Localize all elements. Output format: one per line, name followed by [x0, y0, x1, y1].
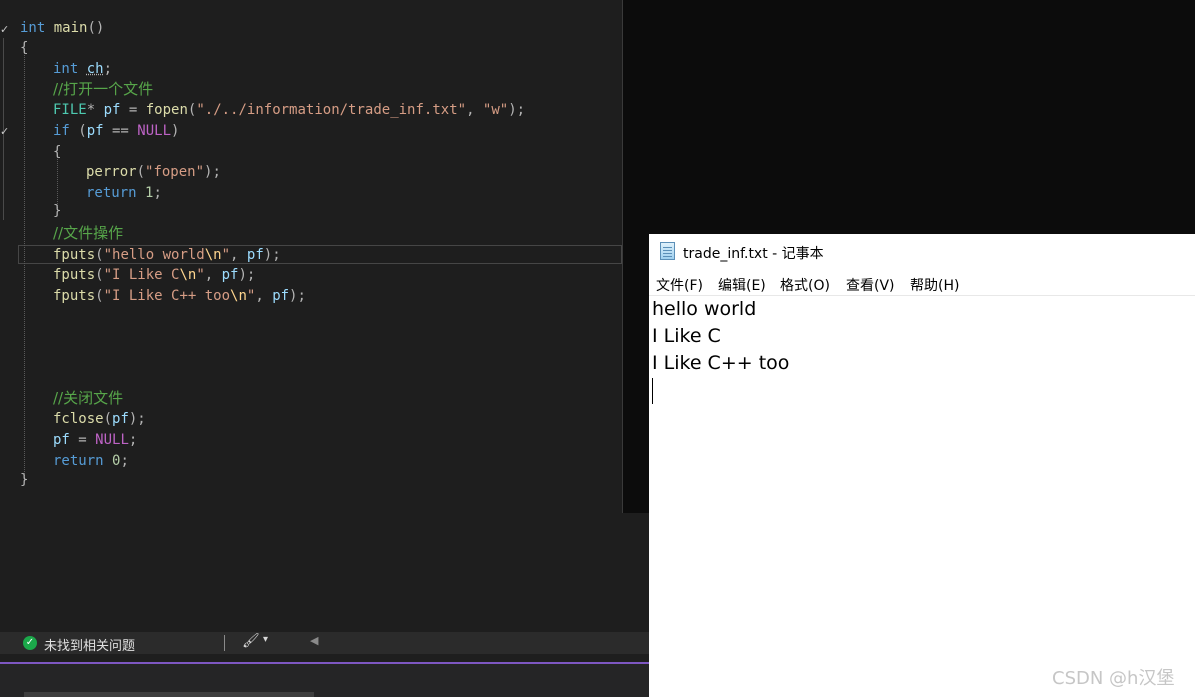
notepad-icon	[660, 242, 675, 260]
code-line: int main()	[20, 20, 105, 36]
code-line: fputs("hello world\n", pf);	[53, 247, 281, 263]
text-line: I Like C	[652, 325, 721, 347]
menu-file[interactable]: 文件(F)	[656, 275, 703, 295]
code-line: //打开一个文件	[53, 80, 154, 98]
check-circle-icon: ✓	[23, 636, 37, 650]
issues-status-text[interactable]: 未找到相关问题	[44, 635, 135, 654]
code-line: {	[53, 144, 62, 160]
status-divider	[224, 635, 225, 651]
watermark: CSDN @h汉堡	[1052, 668, 1175, 689]
code-line: int ch;	[53, 61, 113, 77]
code-line: }	[20, 472, 29, 488]
menu-format[interactable]: 格式(O)	[780, 275, 830, 295]
editor-status-bar: ✓ 未找到相关问题 🖌 ▾ ◀	[0, 632, 649, 654]
code-line: perror("fopen");	[86, 164, 221, 180]
code-line: fputs("I Like C++ too\n", pf);	[53, 288, 306, 304]
window-title: trade_inf.txt - 记事本	[683, 246, 824, 262]
code-line: //文件操作	[53, 224, 124, 242]
horizontal-scrollbar-thumb[interactable]	[24, 692, 314, 697]
menu-help[interactable]: 帮助(H)	[910, 275, 959, 295]
text-line: I Like C++ too	[652, 352, 790, 374]
menu-edit[interactable]: 编辑(E)	[718, 275, 766, 295]
code-line: fclose(pf);	[53, 411, 146, 427]
code-line: pf = NULL;	[53, 432, 138, 448]
code-editor[interactable]: ✓ ✓ int main() { int ch; //打开一个文件 FILE* …	[0, 0, 622, 632]
chevron-down-icon[interactable]: ▾	[263, 634, 268, 645]
menu-view[interactable]: 查看(V)	[846, 275, 895, 295]
code-line: //关闭文件	[53, 389, 124, 407]
notepad-titlebar[interactable]: trade_inf.txt - 记事本	[649, 234, 1195, 272]
text-caret	[652, 378, 653, 404]
code-line: }	[53, 203, 62, 219]
code-line: fputs("I Like C\n", pf);	[53, 267, 256, 283]
cleanup-brush-icon[interactable]: 🖌	[242, 633, 260, 649]
code-line: FILE* pf = fopen("./../information/trade…	[53, 102, 526, 118]
code-line: return 0;	[53, 453, 129, 469]
code-line: if (pf == NULL)	[53, 123, 180, 139]
text-line: hello world	[652, 298, 757, 320]
scroll-left-icon[interactable]: ◀	[310, 634, 318, 647]
notepad-window[interactable]: trade_inf.txt - 记事本 文件(F) 编辑(E) 格式(O) 查看…	[649, 234, 1195, 697]
code-line: return 1;	[86, 185, 162, 201]
code-line: {	[20, 40, 29, 56]
menu-bar: 文件(F) 编辑(E) 格式(O) 查看(V) 帮助(H)	[649, 272, 1195, 296]
